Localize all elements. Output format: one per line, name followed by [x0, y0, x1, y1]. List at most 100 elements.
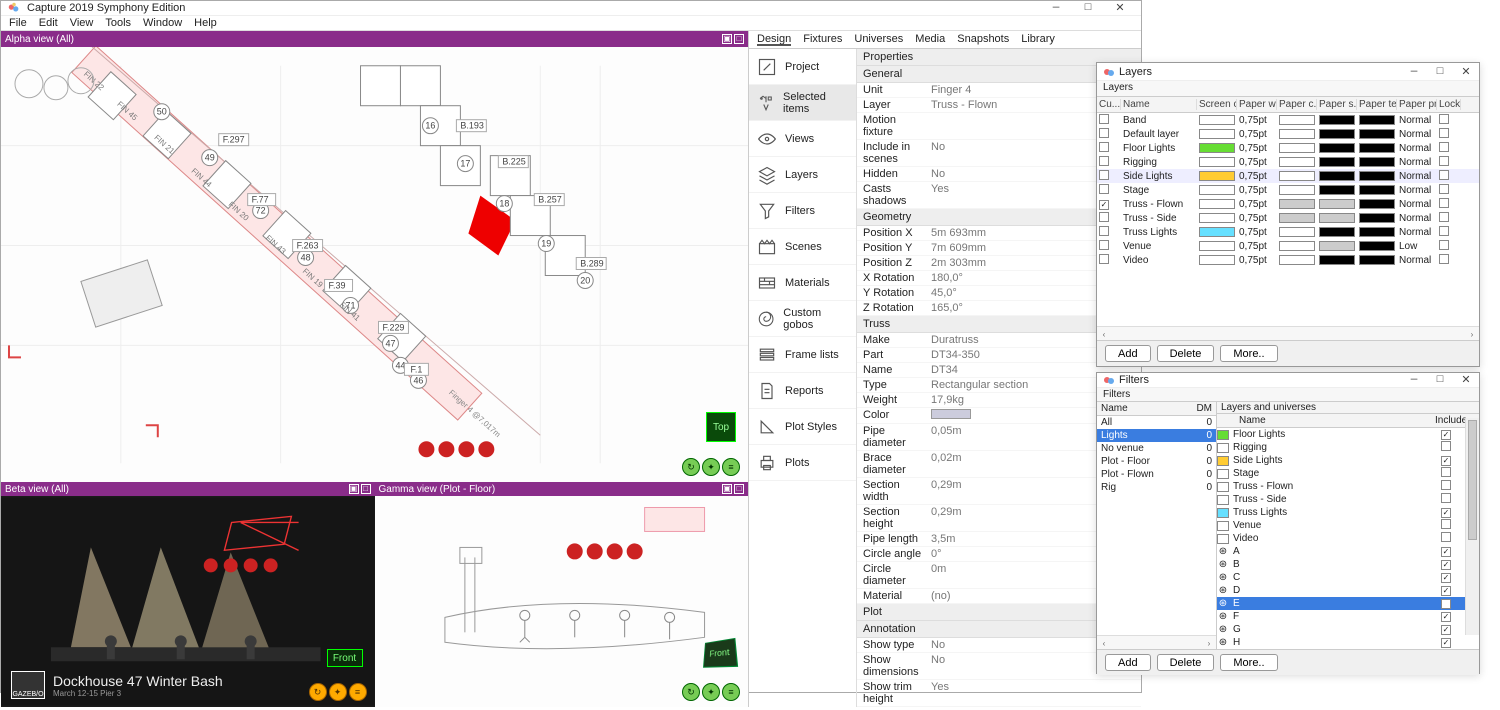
filters-tab[interactable]: Filters [1097, 388, 1479, 402]
include-row[interactable]: ⊛B [1217, 558, 1465, 571]
layer-row[interactable]: Rigging0,75ptNormal [1097, 155, 1479, 169]
nav-custom-gobos[interactable]: Custom gobos [749, 301, 856, 337]
nav-filters[interactable]: Filters [749, 193, 856, 229]
gamma-max-icon[interactable]: □ [734, 484, 744, 494]
filters-minimize-button[interactable]: — [1407, 373, 1421, 387]
menu-window[interactable]: Window [143, 17, 182, 29]
paper-color-swatch[interactable] [1279, 171, 1315, 181]
layer-locked-checkbox[interactable] [1439, 226, 1449, 236]
nav-materials[interactable]: Materials [749, 265, 856, 301]
screen-color-swatch[interactable] [1199, 255, 1235, 265]
layer-locked-checkbox[interactable] [1439, 184, 1449, 194]
beta-viewport[interactable]: Front ↻ ✦ ≡ GAZEB/O Dockhouse 47 Winter … [1, 496, 375, 707]
include-row[interactable]: ⊛D [1217, 584, 1465, 597]
include-row[interactable]: Stage [1217, 467, 1465, 480]
layer-locked-checkbox[interactable] [1439, 240, 1449, 250]
gamma-tool-1-icon[interactable]: ↻ [682, 683, 700, 701]
scroll-right-icon[interactable]: › [1465, 327, 1479, 341]
paper-color-swatch[interactable] [1279, 115, 1315, 125]
layer-row[interactable]: Venue0,75ptLow [1097, 239, 1479, 253]
include-checkbox[interactable] [1441, 638, 1451, 648]
layer-locked-checkbox[interactable] [1439, 114, 1449, 124]
screen-color-swatch[interactable] [1199, 143, 1235, 153]
include-row[interactable]: Video [1217, 532, 1465, 545]
include-checkbox[interactable] [1441, 560, 1451, 570]
screen-color-swatch[interactable] [1199, 227, 1235, 237]
screen-color-swatch[interactable] [1199, 213, 1235, 223]
menu-edit[interactable]: Edit [39, 17, 58, 29]
layer-locked-checkbox[interactable] [1439, 170, 1449, 180]
paper-s-swatch[interactable] [1319, 157, 1355, 167]
scroll-left-icon[interactable]: ‹ [1097, 636, 1111, 650]
menu-view[interactable]: View [70, 17, 94, 29]
paper-text-swatch[interactable] [1359, 227, 1395, 237]
beta-tool-3-icon[interactable]: ≡ [349, 683, 367, 701]
layer-row[interactable]: Floor Lights0,75ptNormal [1097, 141, 1479, 155]
screen-color-swatch[interactable] [1199, 171, 1235, 181]
layers-titlebar[interactable]: Layers — □ ✕ [1097, 63, 1479, 81]
paper-color-swatch[interactable] [1279, 241, 1315, 251]
paper-s-swatch[interactable] [1319, 129, 1355, 139]
layer-locked-checkbox[interactable] [1439, 212, 1449, 222]
layer-row[interactable]: Video0,75ptNormal [1097, 253, 1479, 267]
include-row[interactable]: Venue [1217, 519, 1465, 532]
paper-color-swatch[interactable] [1279, 143, 1315, 153]
include-row[interactable]: ⊛C [1217, 571, 1465, 584]
col-paper-text[interactable]: Paper te... [1357, 99, 1397, 110]
include-row[interactable]: ⊛H [1217, 636, 1465, 649]
layer-current-checkbox[interactable] [1099, 142, 1109, 152]
filter-row[interactable]: Rig0 [1097, 481, 1216, 494]
paper-s-swatch[interactable] [1319, 213, 1355, 223]
screen-color-swatch[interactable] [1199, 185, 1235, 195]
paper-text-swatch[interactable] [1359, 199, 1395, 209]
alpha-view-header[interactable]: Alpha view (All) ▣ □ [1, 31, 748, 47]
tab-fixtures[interactable]: Fixtures [803, 33, 842, 46]
gamma-layout-icon[interactable]: ▣ [722, 484, 732, 494]
paper-s-swatch[interactable] [1319, 185, 1355, 195]
layer-row[interactable]: Stage0,75ptNormal [1097, 183, 1479, 197]
layers-maximize-button[interactable]: □ [1433, 65, 1447, 79]
beta-tool-1-icon[interactable]: ↻ [309, 683, 327, 701]
filter-row[interactable]: All0 [1097, 416, 1216, 429]
screen-color-swatch[interactable] [1199, 129, 1235, 139]
layer-row[interactable]: Truss - Side0,75ptNormal [1097, 211, 1479, 225]
paper-color-swatch[interactable] [1279, 227, 1315, 237]
include-row[interactable]: Floor Lights [1217, 428, 1465, 441]
paper-text-swatch[interactable] [1359, 171, 1395, 181]
layer-row[interactable]: Band0,75ptNormal [1097, 113, 1479, 127]
layer-row[interactable]: Truss Lights0,75ptNormal [1097, 225, 1479, 239]
include-checkbox[interactable] [1441, 456, 1451, 466]
menu-tools[interactable]: Tools [105, 17, 131, 29]
top-orientation-badge[interactable]: Top [706, 412, 736, 442]
beta-layout-icon[interactable]: ▣ [349, 484, 359, 494]
paper-color-swatch[interactable] [1279, 157, 1315, 167]
gamma-front-cube[interactable]: Front [703, 638, 738, 668]
layer-locked-checkbox[interactable] [1439, 128, 1449, 138]
layers-delete-button[interactable]: Delete [1157, 345, 1215, 362]
alpha-tool-3-icon[interactable]: ≡ [722, 458, 740, 476]
filters-close-button[interactable]: ✕ [1459, 373, 1473, 387]
paper-s-swatch[interactable] [1319, 255, 1355, 265]
layers-minimize-button[interactable]: — [1407, 65, 1421, 79]
beta-front-badge[interactable]: Front [327, 649, 363, 667]
alpha-tool-2-icon[interactable]: ✦ [702, 458, 720, 476]
col-locked[interactable]: Locked [1437, 99, 1461, 110]
layer-current-checkbox[interactable] [1099, 170, 1109, 180]
include-checkbox[interactable] [1441, 467, 1451, 477]
col-screen-color[interactable]: Screen c... [1197, 99, 1237, 110]
layer-current-checkbox[interactable] [1099, 200, 1109, 210]
col-name[interactable]: Name [1121, 99, 1197, 110]
layer-locked-checkbox[interactable] [1439, 198, 1449, 208]
tab-snapshots[interactable]: Snapshots [957, 33, 1009, 46]
include-row[interactable]: Rigging [1217, 441, 1465, 454]
include-checkbox[interactable] [1441, 547, 1451, 557]
paper-text-swatch[interactable] [1359, 115, 1395, 125]
filters-titlebar[interactable]: Filters — □ ✕ [1097, 373, 1479, 388]
include-row[interactable]: Side Lights [1217, 454, 1465, 467]
nav-views[interactable]: Views [749, 121, 856, 157]
nav-plots[interactable]: Plots [749, 445, 856, 481]
include-checkbox[interactable] [1441, 599, 1451, 609]
screen-color-swatch[interactable] [1199, 115, 1235, 125]
gamma-tool-3-icon[interactable]: ≡ [722, 683, 740, 701]
paper-s-swatch[interactable] [1319, 115, 1355, 125]
